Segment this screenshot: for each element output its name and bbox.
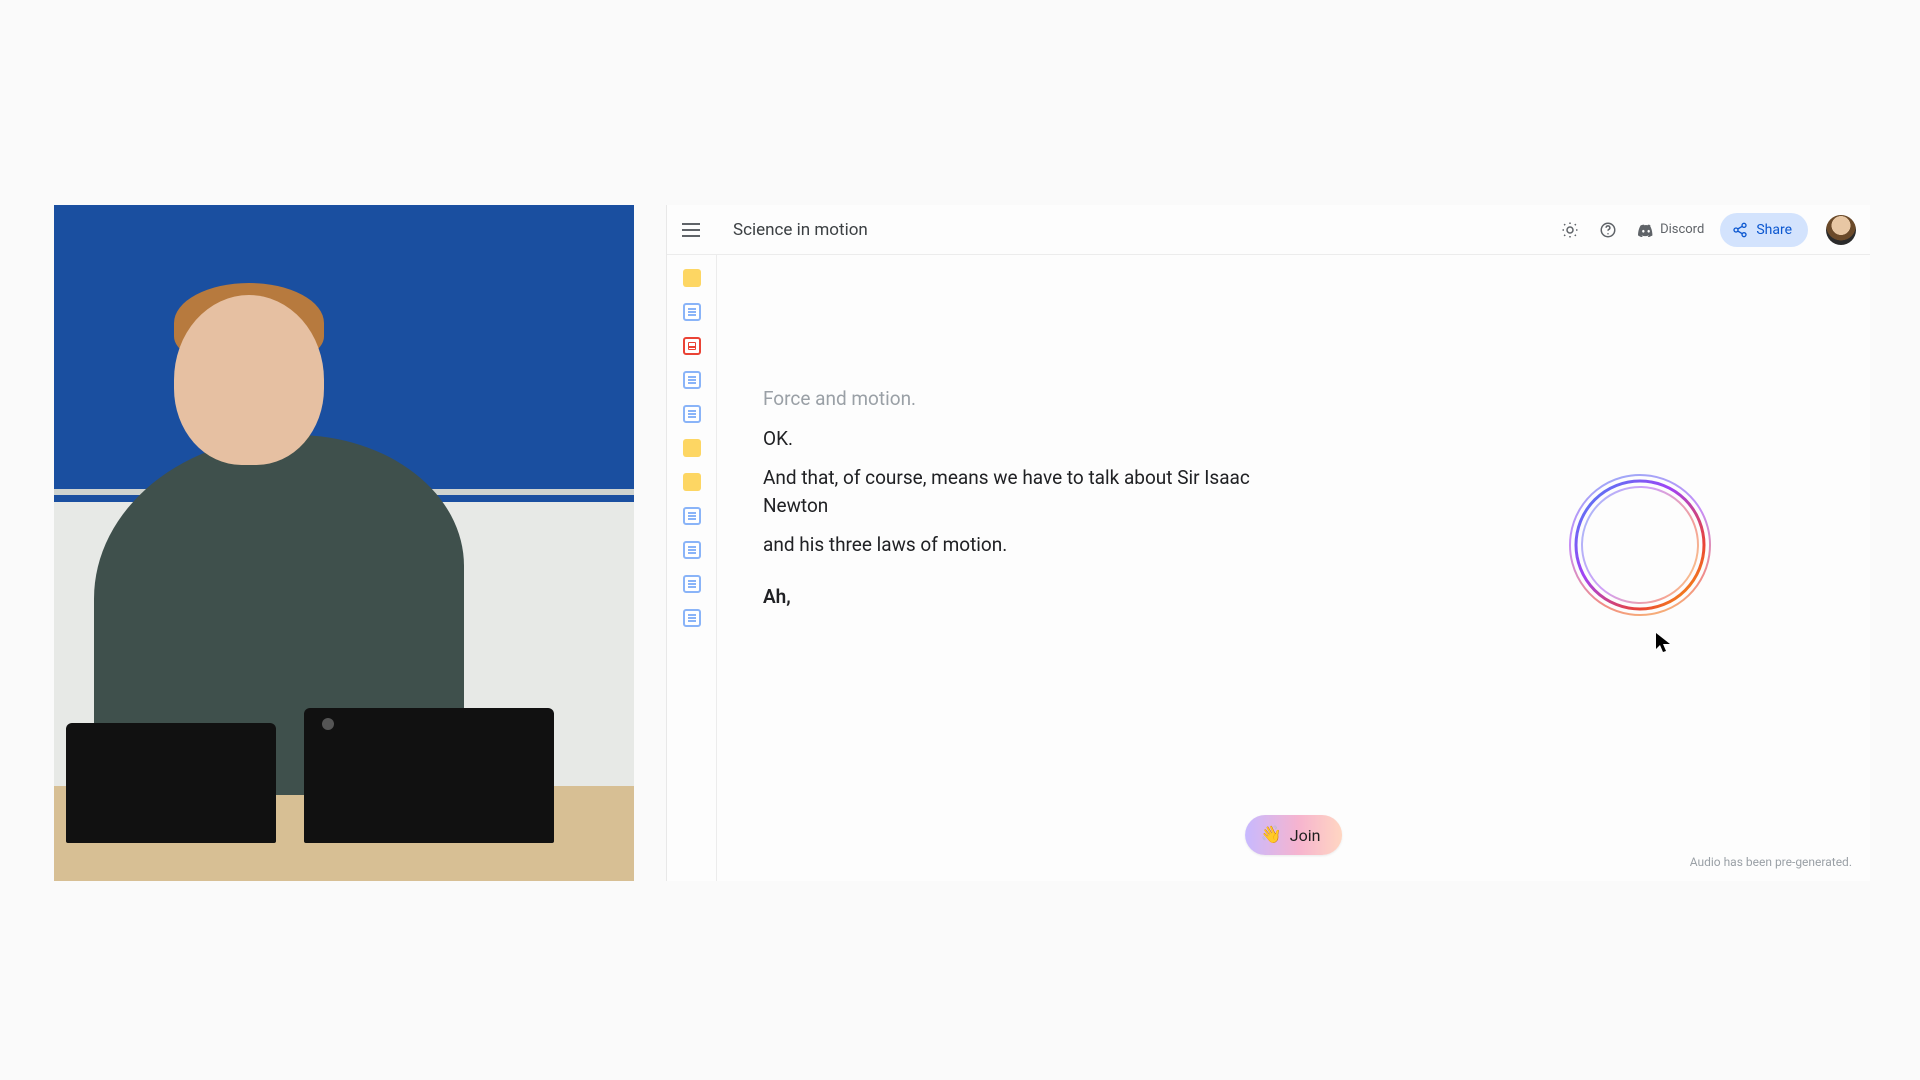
source-item[interactable] — [683, 303, 701, 321]
source-item[interactable] — [683, 439, 701, 457]
source-item[interactable] — [683, 609, 701, 627]
source-item[interactable] — [683, 507, 701, 525]
theme-toggle[interactable] — [1556, 216, 1584, 244]
ai-voice-orb — [1560, 465, 1720, 625]
footer-note: Audio has been pre-generated. — [1690, 855, 1852, 869]
transcript-line: OK. — [763, 425, 1283, 453]
discord-link[interactable]: Discord — [1632, 222, 1710, 237]
source-item[interactable] — [683, 337, 701, 355]
discord-icon — [1638, 223, 1654, 237]
help-icon — [1599, 221, 1617, 239]
wave-emoji-icon: 👋 — [1261, 825, 1282, 845]
hamburger-icon — [682, 223, 700, 237]
share-label: Share — [1756, 222, 1792, 238]
join-button[interactable]: 👋 Join — [1245, 815, 1343, 855]
source-item[interactable] — [683, 371, 701, 389]
source-item[interactable] — [683, 541, 701, 559]
source-item[interactable] — [683, 575, 701, 593]
share-button[interactable]: Share — [1720, 213, 1808, 247]
discord-label: Discord — [1660, 222, 1704, 237]
share-icon — [1732, 222, 1748, 238]
transcript-line: and his three laws of motion. — [763, 531, 1283, 559]
mouse-cursor-icon — [1656, 633, 1670, 653]
transcript: Force and motion. OK. And that, of course… — [763, 385, 1283, 610]
menu-button[interactable] — [677, 216, 705, 244]
sun-icon — [1561, 221, 1579, 239]
source-item[interactable] — [683, 405, 701, 423]
transcript-context: Force and motion. — [763, 385, 1283, 413]
transcript-line: And that, of course, means we have to ta… — [763, 464, 1283, 519]
presenter-video — [54, 205, 634, 881]
help-button[interactable] — [1594, 216, 1622, 244]
account-avatar[interactable] — [1826, 215, 1856, 245]
source-item[interactable] — [683, 269, 701, 287]
notebook-app: Science in motion Discord Share For — [666, 205, 1870, 881]
app-header: Science in motion Discord Share — [667, 205, 1870, 255]
transcript-current-line: Ah, — [763, 583, 1283, 611]
join-label: Join — [1290, 826, 1321, 845]
source-item[interactable] — [683, 473, 701, 491]
sources-rail — [667, 255, 717, 881]
content-area: Force and motion. OK. And that, of course… — [717, 255, 1870, 881]
notebook-title: Science in motion — [733, 220, 868, 240]
